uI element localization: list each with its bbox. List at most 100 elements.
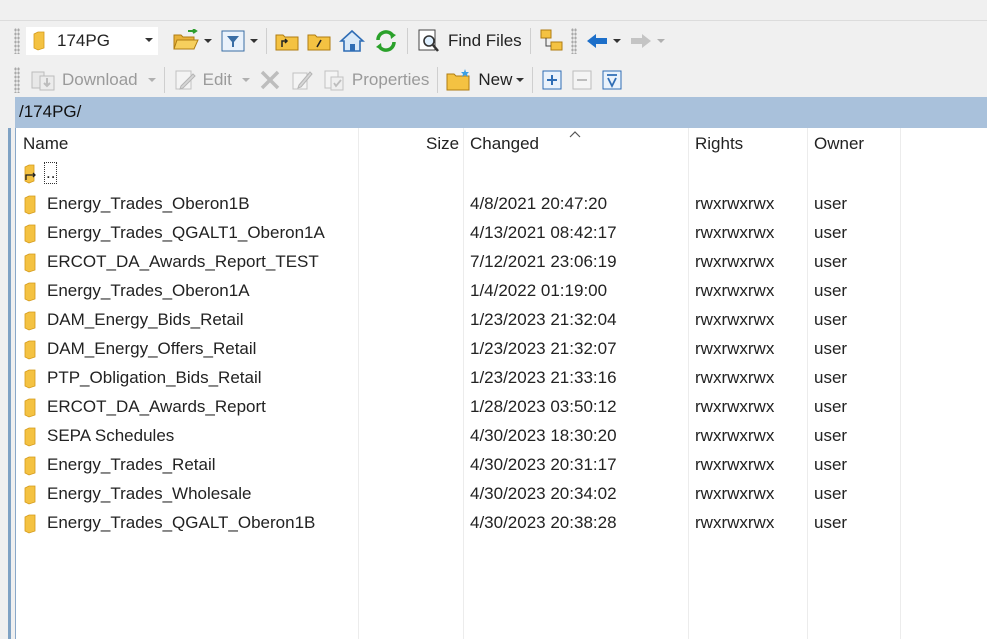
file-changed: 1/23/2023 21:32:07 bbox=[470, 339, 617, 358]
find-files-button[interactable]: Find Files bbox=[412, 26, 526, 56]
edit-button[interactable]: Edit bbox=[169, 65, 254, 95]
select-filter-button[interactable] bbox=[597, 65, 627, 95]
file-changed: 1/23/2023 21:32:04 bbox=[470, 310, 617, 329]
navigation-toolbar: 174PG Find Files bbox=[0, 22, 987, 60]
properties-button[interactable]: Properties bbox=[318, 65, 433, 95]
file-owner: user bbox=[814, 223, 848, 242]
table-row[interactable]: ERCOT_DA_Awards_Report 1/28/2023 03:50:12… bbox=[16, 393, 987, 422]
delete-button[interactable] bbox=[254, 65, 286, 95]
column-header-owner[interactable]: Owner bbox=[814, 134, 864, 154]
table-row[interactable]: Energy_Trades_Wholesale 4/30/2023 20:34:0… bbox=[16, 480, 987, 509]
root-dir-icon bbox=[307, 34, 331, 51]
folder-icon bbox=[24, 340, 36, 360]
column-header: Name Size Changed Rights Owner bbox=[16, 128, 987, 160]
collapse-selection-button[interactable] bbox=[567, 65, 597, 95]
file-changed: 1/28/2023 03:50:12 bbox=[470, 397, 617, 416]
toolbar-grip[interactable] bbox=[14, 28, 20, 54]
download-icon bbox=[31, 71, 55, 91]
open-folder-icon bbox=[173, 29, 199, 50]
refresh-button[interactable] bbox=[369, 26, 403, 56]
file-rights: rwxrwxrwx bbox=[695, 310, 775, 329]
toolbar-grip[interactable] bbox=[570, 28, 577, 54]
table-row[interactable]: ERCOT_DA_Awards_Report_TEST 7/12/2021 23:… bbox=[16, 248, 987, 277]
file-list[interactable]: Name Size Changed Rights Owner .. Energy… bbox=[15, 128, 987, 639]
toolbar-separator bbox=[407, 28, 408, 54]
file-name: Energy_Trades_QGALT_Oberon1B bbox=[47, 513, 316, 532]
path-bar[interactable]: /174PG/ bbox=[15, 97, 987, 128]
tree-button[interactable] bbox=[535, 26, 569, 56]
file-owner: user bbox=[814, 397, 848, 416]
forward-button[interactable] bbox=[625, 26, 669, 56]
column-header-name[interactable]: Name bbox=[23, 134, 68, 154]
folder-icon bbox=[24, 427, 36, 447]
open-directory-button[interactable] bbox=[168, 26, 216, 56]
table-row[interactable]: Energy_Trades_QGALT1_Oberon1A 4/13/2021 0… bbox=[16, 219, 987, 248]
filter-icon bbox=[221, 30, 245, 52]
file-changed: 4/30/2023 20:38:28 bbox=[470, 513, 617, 532]
rename-button[interactable] bbox=[286, 65, 318, 95]
folder-icon bbox=[24, 282, 36, 302]
table-row[interactable]: Energy_Trades_Retail 4/30/2023 20:31:17 rw… bbox=[16, 451, 987, 480]
panel-splitter[interactable] bbox=[0, 128, 15, 639]
column-header-size[interactable]: Size bbox=[426, 134, 459, 154]
column-header-rights[interactable]: Rights bbox=[695, 134, 743, 154]
table-row[interactable]: DAM_Energy_Bids_Retail 1/23/2023 21:32:04… bbox=[16, 306, 987, 335]
file-name: ERCOT_DA_Awards_Report bbox=[47, 397, 266, 416]
chevron-down-icon[interactable] bbox=[145, 38, 153, 42]
window-top-strip bbox=[0, 0, 987, 21]
toolbar-grip[interactable] bbox=[14, 67, 20, 93]
file-rights: rwxrwxrwx bbox=[695, 484, 775, 503]
new-folder-icon bbox=[446, 69, 470, 91]
folder-icon bbox=[24, 485, 36, 505]
folder-icon bbox=[24, 398, 36, 418]
back-button[interactable] bbox=[581, 26, 625, 56]
file-changed: 4/30/2023 20:31:17 bbox=[470, 455, 617, 474]
expand-selection-button[interactable] bbox=[537, 65, 567, 95]
parent-directory-label: .. bbox=[44, 162, 58, 184]
edit-label: Edit bbox=[202, 70, 232, 89]
drive-selector[interactable]: 174PG bbox=[26, 27, 158, 55]
forward-arrow-icon bbox=[630, 34, 651, 48]
file-rights: rwxrwxrwx bbox=[695, 455, 775, 474]
download-label: Download bbox=[62, 70, 138, 89]
table-row[interactable]: SEPA Schedules 4/30/2023 18:30:20 rwxrwxrw… bbox=[16, 422, 987, 451]
file-name: Energy_Trades_Oberon1A bbox=[47, 281, 250, 300]
file-name: Energy_Trades_Retail bbox=[47, 455, 216, 474]
file-owner: user bbox=[814, 281, 848, 300]
folder-icon bbox=[24, 514, 36, 534]
table-row[interactable]: Energy_Trades_QGALT_Oberon1B 4/30/2023 20… bbox=[16, 509, 987, 538]
toolbar-separator bbox=[532, 67, 534, 93]
table-row[interactable]: DAM_Energy_Offers_Retail 1/23/2023 21:32:… bbox=[16, 335, 987, 364]
table-row[interactable]: Energy_Trades_Oberon1A 1/4/2022 01:19:00 r… bbox=[16, 277, 987, 306]
expand-icon bbox=[542, 70, 562, 90]
file-owner: user bbox=[814, 484, 848, 503]
new-label: New bbox=[478, 70, 513, 89]
file-owner: user bbox=[814, 339, 848, 358]
download-button[interactable]: Download bbox=[26, 65, 160, 95]
filter-button[interactable] bbox=[216, 26, 262, 56]
rename-icon bbox=[292, 71, 313, 90]
parent-directory-row[interactable]: .. bbox=[16, 160, 987, 189]
table-row[interactable]: Energy_Trades_Oberon1B 4/8/2021 20:47:20 r… bbox=[16, 190, 987, 219]
file-owner: user bbox=[814, 513, 848, 532]
home-directory-button[interactable] bbox=[335, 26, 369, 56]
parent-directory-button[interactable] bbox=[271, 26, 303, 56]
file-owner: user bbox=[814, 194, 848, 213]
column-header-changed[interactable]: Changed bbox=[470, 134, 539, 154]
file-name: PTP_Obligation_Bids_Retail bbox=[47, 368, 262, 387]
toolbar-separator bbox=[266, 28, 267, 54]
file-owner: user bbox=[814, 252, 848, 271]
new-button[interactable]: New bbox=[442, 65, 528, 95]
delete-icon bbox=[260, 70, 280, 90]
file-name: ERCOT_DA_Awards_Report_TEST bbox=[47, 252, 319, 271]
table-row[interactable]: PTP_Obligation_Bids_Retail 1/23/2023 21:3… bbox=[16, 364, 987, 393]
file-changed: 7/12/2021 23:06:19 bbox=[470, 252, 617, 271]
file-rights: rwxrwxrwx bbox=[695, 223, 775, 242]
folder-icon bbox=[24, 224, 36, 244]
find-files-label: Find Files bbox=[448, 31, 522, 50]
file-rights: rwxrwxrwx bbox=[695, 194, 775, 213]
root-directory-button[interactable] bbox=[303, 26, 335, 56]
file-changed: 1/4/2022 01:19:00 bbox=[470, 281, 608, 300]
file-owner: user bbox=[814, 455, 848, 474]
sort-ascending-icon bbox=[569, 131, 581, 138]
